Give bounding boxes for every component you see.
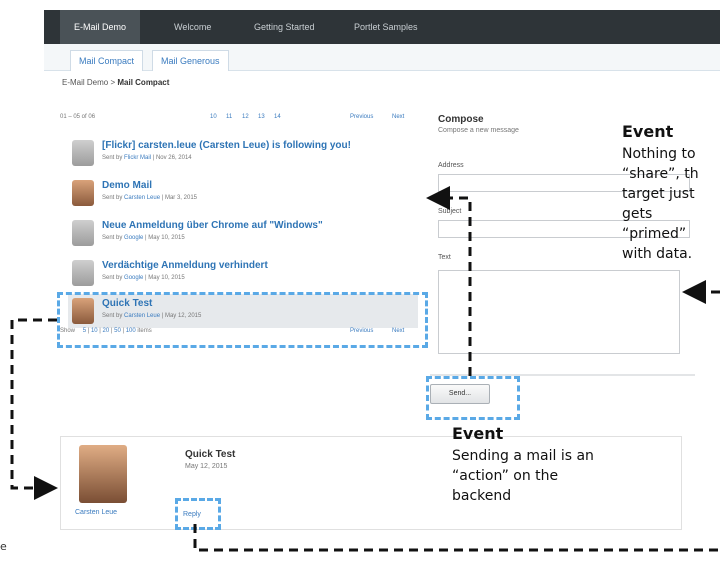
annotation-arrows (10, 186, 720, 552)
event1-text: Nothing to “share”, th target just gets … (622, 146, 699, 262)
clipped-left-text: e (0, 540, 7, 553)
arrow-select-to-detail (10, 318, 58, 500)
arrow-reply-bottom (193, 524, 720, 552)
event2-title: Event (452, 424, 504, 443)
event2-text: Sending a mail is an “action” on the bac… (452, 448, 594, 504)
event1-title: Event (622, 122, 674, 141)
arrow-send-to-compose (426, 186, 472, 376)
